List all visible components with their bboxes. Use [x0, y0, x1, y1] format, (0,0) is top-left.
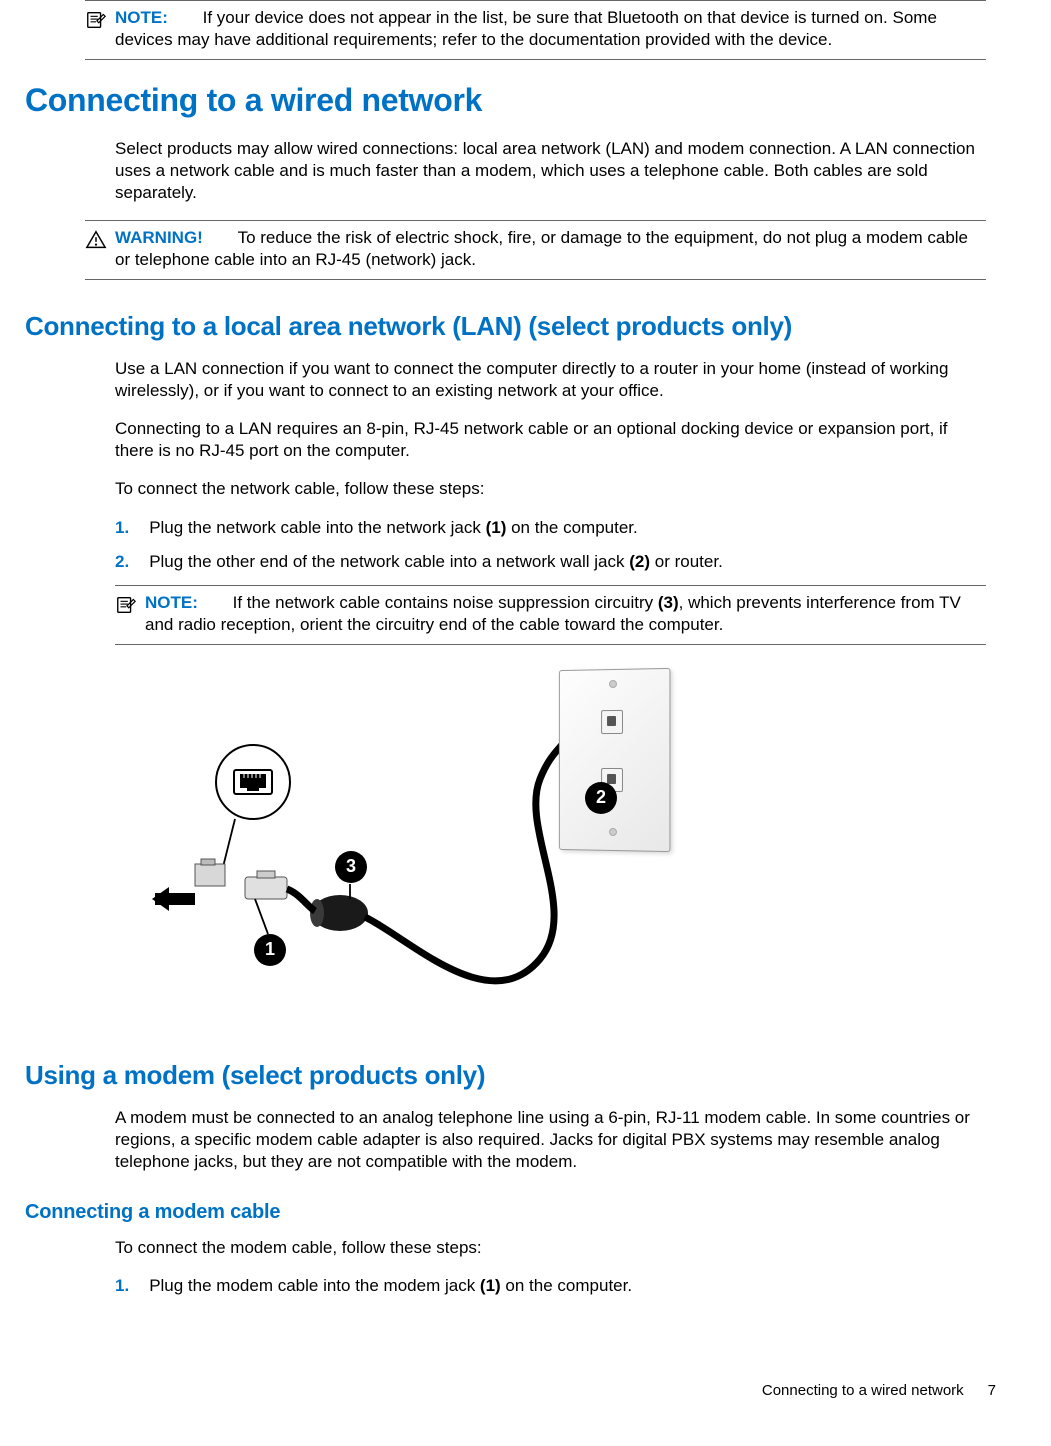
step-number: 2.	[115, 551, 129, 573]
inset-jack-icon	[215, 744, 291, 820]
step-text: Plug the modem cable into the modem jack…	[149, 1275, 986, 1297]
step-text: Plug the other end of the network cable …	[149, 551, 986, 573]
page-footer: Connecting to a wired network 7	[762, 1381, 996, 1401]
note-body: NOTE: If your device does not appear in …	[115, 7, 986, 51]
note-icon	[115, 594, 137, 622]
modem-p1: A modem must be connected to an analog t…	[115, 1107, 986, 1173]
note-label: NOTE:	[115, 8, 168, 27]
heading-wired-network: Connecting to a wired network	[25, 80, 986, 122]
step-number: 1.	[115, 1275, 129, 1297]
warning-callout: WARNING! To reduce the risk of electric …	[85, 220, 986, 280]
footer-title: Connecting to a wired network	[762, 1381, 964, 1401]
callout-marker-3: 3	[335, 851, 367, 883]
heading-lan: Connecting to a local area network (LAN)…	[25, 310, 986, 344]
heading-modem-cable: Connecting a modem cable	[25, 1199, 986, 1225]
step-text: Plug the network cable into the network …	[149, 517, 986, 539]
lan-step-1: 1. Plug the network cable into the netwo…	[115, 517, 986, 539]
lan-step-2: 2. Plug the other end of the network cab…	[115, 551, 986, 573]
modem-step-1: 1. Plug the modem cable into the modem j…	[115, 1275, 986, 1297]
intro-paragraph: Select products may allow wired connecti…	[115, 138, 986, 204]
nested-note-callout: NOTE: If the network cable contains nois…	[115, 585, 986, 645]
note-text: If your device does not appear in the li…	[115, 8, 937, 49]
lan-p1: Use a LAN connection if you want to conn…	[115, 358, 986, 402]
heading-modem: Using a modem (select products only)	[25, 1059, 986, 1093]
note-callout: NOTE: If your device does not appear in …	[85, 0, 986, 60]
step-number: 1.	[115, 517, 129, 539]
nested-note-body: NOTE: If the network cable contains nois…	[145, 592, 986, 636]
page: NOTE: If your device does not appear in …	[0, 0, 1051, 1410]
modem-p2: To connect the modem cable, follow these…	[115, 1237, 986, 1259]
note-text: If the network cable contains noise supp…	[145, 593, 961, 634]
callout-marker-1: 1	[254, 934, 286, 966]
warning-icon	[85, 229, 107, 257]
warning-text: To reduce the risk of electric shock, fi…	[115, 228, 968, 269]
note-icon	[85, 9, 107, 37]
lan-p2: Connecting to a LAN requires an 8-pin, R…	[115, 418, 986, 462]
warning-label: WARNING!	[115, 228, 203, 247]
callout-marker-2: 2	[585, 782, 617, 814]
note-label: NOTE:	[145, 593, 198, 612]
footer-page-number: 7	[988, 1381, 996, 1401]
wall-jack-plate	[559, 668, 671, 852]
figure-lan-cable: 1 2 3	[150, 659, 710, 1029]
lan-p3: To connect the network cable, follow the…	[115, 478, 986, 500]
warning-body: WARNING! To reduce the risk of electric …	[115, 227, 986, 271]
